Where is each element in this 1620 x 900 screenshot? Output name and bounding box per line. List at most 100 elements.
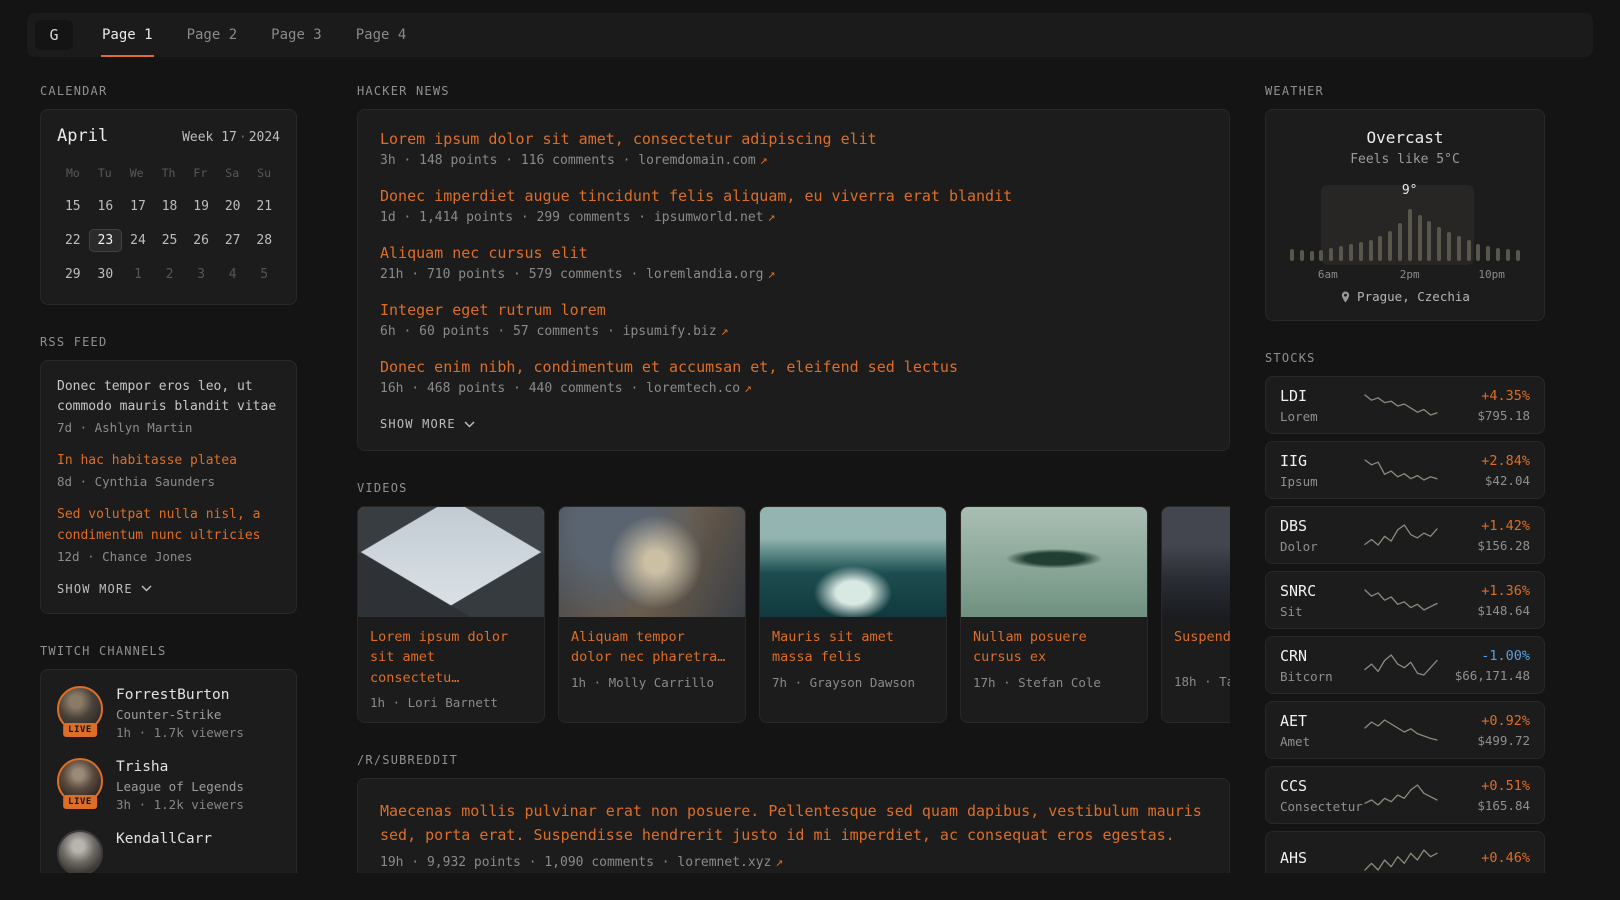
twitch-channel-row[interactable]: LIVE Trisha League of Legends 3h · 1.2k … [57,758,280,812]
calendar-day-number: 17 [130,199,146,214]
stock-row-left: SNRC Sit [1280,582,1364,619]
twitch-channel-info: KendallCarr [116,830,212,873]
hackernews-item-title[interactable]: Donec imperdiet augue tincidunt felis al… [380,187,1207,205]
stock-row-middle [1364,717,1438,743]
rss-show-more-button[interactable]: SHOW MORE [57,582,152,596]
hackernews-item-domain[interactable]: ipsumworld.net [654,210,764,225]
page-tab[interactable]: Page 1 [85,13,170,57]
weather-bar [1516,250,1520,261]
twitch-channel-meta: 3h · 1.2k viewers [116,797,244,812]
calendar-dow: Sa [216,166,248,180]
subreddit-post-title[interactable]: Maecenas mollis pulvinar erat non posuer… [380,799,1207,847]
calendar-week-label: Week 17·2024 [182,130,280,145]
twitch-channel-name[interactable]: KendallCarr [116,831,212,847]
stock-row-left: DBS Dolor [1280,517,1364,554]
stock-row-left: CRN Bitcorn [1280,647,1364,684]
external-link-icon[interactable]: ↗ [768,267,776,282]
stock-row-right: +1.36% $148.64 [1438,583,1530,618]
weather-bar [1378,236,1382,261]
stock-row-right: +0.92% $499.72 [1438,713,1530,748]
video-card[interactable]: Suspendisse diam 18h · Tara [1161,506,1230,723]
calendar-day-number: 20 [225,199,241,214]
calendar-day-number: 19 [193,199,209,214]
weather-bar [1359,242,1363,261]
rss-item-title[interactable]: Sed volutpat nulla nisl, a condimentum n… [57,505,280,545]
rss-item: Donec tempor eros leo, ut commodo mauris… [57,377,280,435]
page-tab[interactable]: Page 4 [339,13,424,57]
hackernews-item-title[interactable]: Lorem ipsum dolor sit amet, consectetur … [380,130,1207,148]
rss-item-title[interactable]: Donec tempor eros leo, ut commodo mauris… [57,377,280,417]
twitch-channel-row[interactable]: KendallCarr [57,830,280,873]
calendar-dow: Mo [57,166,89,180]
stock-row-right: +2.84% $42.04 [1438,453,1530,488]
calendar-day-number: 1 [134,267,142,282]
page-tab[interactable]: Page 2 [170,13,255,57]
stock-price: $165.84 [1438,798,1530,813]
weather-bar [1319,250,1323,261]
hackernews-show-more-label: SHOW MORE [380,417,456,431]
rss-item-meta: 8d · Cynthia Saunders [57,474,280,489]
hackernews-item-domain[interactable]: loremlandia.org [646,267,763,282]
twitch-channel-name[interactable]: ForrestBurton [116,687,244,703]
right-column: WEATHER Overcast Feels like 5°C 9° 6am 2… [1265,84,1545,873]
hackernews-item-stats: 16h · 468 points · 440 comments · [380,381,638,396]
calendar-day-number: 24 [130,233,146,248]
stock-row: SNRC Sit +1.36% $148.64 [1265,571,1545,629]
external-link-icon[interactable]: ↗ [744,381,752,396]
weather-condition: Overcast [1282,128,1528,147]
calendar-day: 3 [185,261,217,288]
video-card[interactable]: Mauris sit amet massa felis 7h · Grayson… [759,506,947,723]
twitch-channel-name[interactable]: Trisha [116,759,244,775]
hackernews-item-domain[interactable]: loremdomain.com [638,153,755,168]
hackernews-show-more-button[interactable]: SHOW MORE [380,417,475,431]
hackernews-item-domain[interactable]: ipsumify.biz [623,324,717,339]
video-thumbnail [559,507,745,617]
stock-row-middle [1364,587,1438,613]
hackernews-item-domain[interactable]: loremtech.co [646,381,740,396]
location-pin-icon [1340,290,1351,304]
hackernews-item-title[interactable]: Donec enim nibh, condimentum et accumsan… [380,358,1207,376]
twitch-avatar-wrap: LIVE [57,686,103,732]
video-card[interactable]: Aliquam tempor dolor nec pharetra… 1h · … [558,506,746,723]
external-link-icon[interactable]: ↗ [768,210,776,225]
stock-price: $795.18 [1438,408,1530,423]
video-card[interactable]: Lorem ipsum dolor sit amet consectetu… 1… [357,506,545,723]
weather-bar [1329,248,1333,261]
middle-column: HACKER NEWS Lorem ipsum dolor sit amet, … [357,84,1230,873]
page-tab[interactable]: Page 3 [254,13,339,57]
video-thumbnail [1162,507,1230,617]
external-link-icon[interactable]: ↗ [775,855,783,870]
stock-sparkline [1364,782,1438,808]
topbar: G Page 1 Page 2 Page 3 Page 4 [27,13,1593,57]
calendar-day: 2 [154,261,186,288]
external-link-icon[interactable]: ↗ [721,324,729,339]
hackernews-item-meta: 1d · 1,414 points · 299 comments · ipsum… [380,210,1207,225]
weather-time-label: 2pm [1400,268,1420,281]
weather-bar [1476,244,1480,261]
stock-name: Amet [1280,734,1364,749]
live-badge: LIVE [63,795,97,809]
weather-bar [1369,240,1373,261]
calendar-card: April Week 17·2024 MoTuWeThFrSaSu 15 16 [40,109,297,305]
video-title: Nullam posuere cursus ex [973,627,1135,668]
hackernews-item-title[interactable]: Integer eget rutrum lorem [380,301,1207,319]
stock-row-right: +1.42% $156.28 [1438,518,1530,553]
rss-item-title[interactable]: In hac habitasse platea [57,451,280,471]
stock-price: $156.28 [1438,538,1530,553]
weather-bar [1290,249,1294,261]
external-link-icon[interactable]: ↗ [760,153,768,168]
hackernews-item-meta: 21h · 710 points · 579 comments · loreml… [380,267,1207,282]
video-card-body: Aliquam tempor dolor nec pharetra… 1h · … [559,617,745,702]
video-card[interactable]: Nullam posuere cursus ex 17h · Stefan Co… [960,506,1148,723]
stock-price: $148.64 [1438,603,1530,618]
stock-row-middle [1364,392,1438,418]
calendar-day: 23 [89,227,123,254]
hackernews-item-title[interactable]: Aliquam nec cursus elit [380,244,1207,262]
twitch-channel-row[interactable]: LIVE ForrestBurton Counter-Strike 1h · 1… [57,686,280,740]
subreddit-post-domain[interactable]: loremnet.xyz [677,855,771,870]
calendar-day: 18 [154,193,186,220]
stock-change: +0.51% [1438,778,1530,794]
stock-name: Consectetur [1280,799,1364,814]
video-card-body: Lorem ipsum dolor sit amet consectetu… 1… [358,617,544,722]
rss-card: Donec tempor eros leo, ut commodo mauris… [40,360,297,614]
